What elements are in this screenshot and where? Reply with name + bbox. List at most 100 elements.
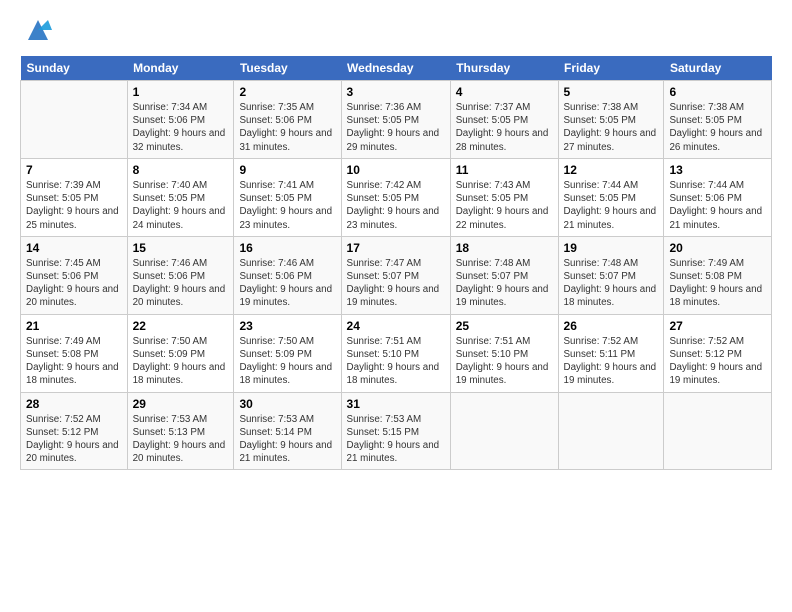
daylight-text: Daylight: 9 hours and 20 minutes.	[133, 440, 226, 464]
calendar-page: SundayMondayTuesdayWednesdayThursdayFrid…	[0, 0, 792, 612]
day-cell: 6Sunrise: 7:38 AMSunset: 5:05 PMDaylight…	[664, 81, 772, 159]
day-number: 6	[669, 85, 766, 99]
daylight-text: Daylight: 9 hours and 22 minutes.	[456, 206, 549, 230]
day-cell	[450, 392, 558, 470]
day-number: 9	[239, 163, 335, 177]
day-info: Sunrise: 7:40 AMSunset: 5:05 PMDaylight:…	[133, 179, 229, 232]
day-number: 3	[347, 85, 445, 99]
day-number: 21	[26, 319, 122, 333]
day-info: Sunrise: 7:44 AMSunset: 5:06 PMDaylight:…	[669, 179, 766, 232]
day-cell: 23Sunrise: 7:50 AMSunset: 5:09 PMDayligh…	[234, 314, 341, 392]
day-number: 24	[347, 319, 445, 333]
sunrise-text: Sunrise: 7:41 AM	[239, 180, 314, 191]
sunrise-text: Sunrise: 7:46 AM	[239, 258, 314, 269]
sunset-text: Sunset: 5:06 PM	[239, 115, 311, 126]
sunset-text: Sunset: 5:11 PM	[564, 349, 636, 360]
sunrise-text: Sunrise: 7:48 AM	[456, 258, 531, 269]
col-header-monday: Monday	[127, 56, 234, 81]
day-cell: 27Sunrise: 7:52 AMSunset: 5:12 PMDayligh…	[664, 314, 772, 392]
day-cell: 1 Sunrise: 7:34 AMSunset: 5:06 PMDaylight…	[127, 81, 234, 159]
sunrise-text: Sunrise: 7:50 AM	[133, 336, 208, 347]
day-info: Sunrise: 7:41 AMSunset: 5:05 PMDaylight:…	[239, 179, 335, 232]
day-cell: 25Sunrise: 7:51 AMSunset: 5:10 PMDayligh…	[450, 314, 558, 392]
sunset-text: Sunset: 5:05 PM	[347, 193, 419, 204]
daylight-text: Daylight: 9 hours and 19 minutes.	[239, 284, 332, 308]
col-header-tuesday: Tuesday	[234, 56, 341, 81]
sunset-text: Sunset: 5:15 PM	[347, 427, 419, 438]
col-header-friday: Friday	[558, 56, 664, 81]
day-number: 30	[239, 397, 335, 411]
sunset-text: Sunset: 5:05 PM	[564, 193, 636, 204]
sunset-text: Sunset: 5:06 PM	[133, 271, 205, 282]
daylight-text: Daylight: 9 hours and 26 minutes.	[669, 128, 762, 152]
sunrise-text: Sunrise: 7:52 AM	[564, 336, 639, 347]
day-info: Sunrise: 7:49 AMSunset: 5:08 PMDaylight:…	[26, 335, 122, 388]
daylight-text: Daylight: 9 hours and 20 minutes.	[26, 284, 119, 308]
daylight-text: Daylight: 9 hours and 28 minutes.	[456, 128, 549, 152]
day-number: 2	[239, 85, 335, 99]
daylight-text: Daylight: 9 hours and 18 minutes.	[564, 284, 657, 308]
day-number: 1	[133, 85, 229, 99]
day-cell: 4Sunrise: 7:37 AMSunset: 5:05 PMDaylight…	[450, 81, 558, 159]
daylight-text: Daylight: 9 hours and 32 minutes.	[133, 128, 226, 152]
day-cell: 31 Sunrise: 7:53 AMSunset: 5:15 PMDayligh…	[341, 392, 450, 470]
day-number: 20	[669, 241, 766, 255]
sunset-text: Sunset: 5:05 PM	[669, 115, 741, 126]
day-cell: 17Sunrise: 7:47 AMSunset: 5:07 PMDayligh…	[341, 236, 450, 314]
day-number: 17	[347, 241, 445, 255]
day-info: Sunrise: 7:44 AMSunset: 5:05 PMDaylight:…	[564, 179, 659, 232]
daylight-text: Daylight: 9 hours and 18 minutes.	[347, 362, 440, 386]
day-cell	[558, 392, 664, 470]
daylight-text: Daylight: 9 hours and 24 minutes.	[133, 206, 226, 230]
sunset-text: Sunset: 5:05 PM	[347, 115, 419, 126]
day-number: 5	[564, 85, 659, 99]
day-cell: 3 Sunrise: 7:36 AMSunset: 5:05 PMDaylight…	[341, 81, 450, 159]
day-cell: 2Sunrise: 7:35 AMSunset: 5:06 PMDaylight…	[234, 81, 341, 159]
sunrise-text: Sunrise: 7:53 AM	[133, 414, 208, 425]
sunrise-text: Sunrise: 7:51 AM	[456, 336, 531, 347]
week-row-3: 14Sunrise: 7:45 AMSunset: 5:06 PMDayligh…	[21, 236, 772, 314]
daylight-text: Daylight: 9 hours and 21 minutes.	[239, 440, 332, 464]
sunset-text: Sunset: 5:05 PM	[564, 115, 636, 126]
daylight-text: Daylight: 9 hours and 23 minutes.	[347, 206, 440, 230]
day-info: Sunrise: 7:36 AMSunset: 5:05 PMDaylight:…	[347, 101, 445, 154]
day-cell: 5 Sunrise: 7:38 AMSunset: 5:05 PMDaylight…	[558, 81, 664, 159]
day-cell	[21, 81, 128, 159]
sunrise-text: Sunrise: 7:50 AM	[239, 336, 314, 347]
daylight-text: Daylight: 9 hours and 18 minutes.	[669, 284, 762, 308]
daylight-text: Daylight: 9 hours and 19 minutes.	[347, 284, 440, 308]
daylight-text: Daylight: 9 hours and 21 minutes.	[669, 206, 762, 230]
day-cell: 21 Sunrise: 7:49 AMSunset: 5:08 PMDayligh…	[21, 314, 128, 392]
sunset-text: Sunset: 5:05 PM	[26, 193, 98, 204]
sunrise-text: Sunrise: 7:48 AM	[564, 258, 639, 269]
day-number: 10	[347, 163, 445, 177]
day-info: Sunrise: 7:53 AMSunset: 5:15 PMDaylight:…	[347, 413, 445, 466]
day-cell	[664, 392, 772, 470]
day-info: Sunrise: 7:46 AMSunset: 5:06 PMDaylight:…	[133, 257, 229, 310]
sunset-text: Sunset: 5:07 PM	[564, 271, 636, 282]
sunset-text: Sunset: 5:08 PM	[669, 271, 741, 282]
day-cell: 20Sunrise: 7:49 AMSunset: 5:08 PMDayligh…	[664, 236, 772, 314]
sunrise-text: Sunrise: 7:49 AM	[26, 336, 101, 347]
day-number: 26	[564, 319, 659, 333]
day-cell: 29Sunrise: 7:53 AMSunset: 5:13 PMDayligh…	[127, 392, 234, 470]
week-row-2: 7Sunrise: 7:39 AMSunset: 5:05 PMDaylight…	[21, 158, 772, 236]
day-number: 25	[456, 319, 553, 333]
day-number: 31	[347, 397, 445, 411]
day-number: 27	[669, 319, 766, 333]
day-cell: 16Sunrise: 7:46 AMSunset: 5:06 PMDayligh…	[234, 236, 341, 314]
day-cell: 9 Sunrise: 7:41 AMSunset: 5:05 PMDaylight…	[234, 158, 341, 236]
daylight-text: Daylight: 9 hours and 19 minutes.	[669, 362, 762, 386]
day-number: 13	[669, 163, 766, 177]
day-info: Sunrise: 7:38 AMSunset: 5:05 PMDaylight:…	[564, 101, 659, 154]
sunset-text: Sunset: 5:06 PM	[133, 115, 205, 126]
week-row-4: 21 Sunrise: 7:49 AMSunset: 5:08 PMDayligh…	[21, 314, 772, 392]
sunrise-text: Sunrise: 7:44 AM	[564, 180, 639, 191]
day-cell: 22Sunrise: 7:50 AMSunset: 5:09 PMDayligh…	[127, 314, 234, 392]
sunrise-text: Sunrise: 7:40 AM	[133, 180, 208, 191]
day-info: Sunrise: 7:34 AMSunset: 5:06 PMDaylight:…	[133, 101, 229, 154]
daylight-text: Daylight: 9 hours and 20 minutes.	[133, 284, 226, 308]
day-number: 22	[133, 319, 229, 333]
day-cell: 14Sunrise: 7:45 AMSunset: 5:06 PMDayligh…	[21, 236, 128, 314]
logo	[20, 18, 52, 46]
